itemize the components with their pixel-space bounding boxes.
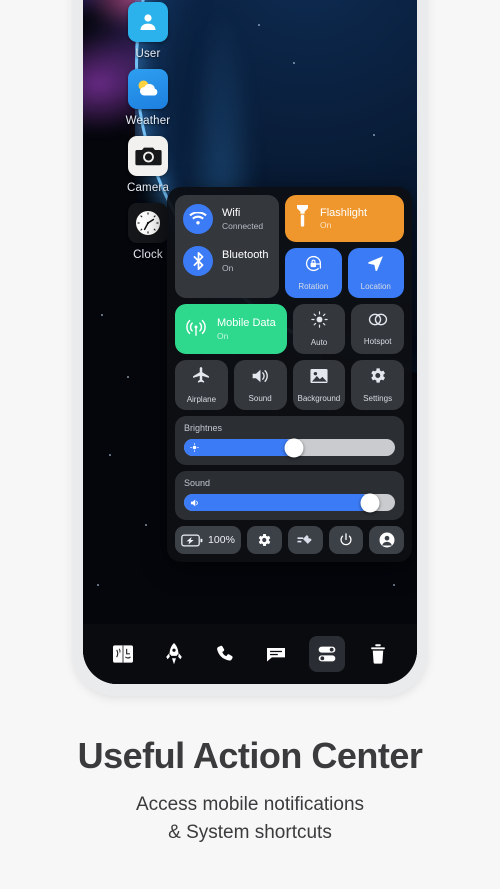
- gear-icon: [368, 366, 387, 390]
- finder-icon: [112, 645, 133, 663]
- action-center-panel: Wifi Connected Bluetooth On Flashlight O…: [167, 187, 412, 562]
- wifi-status: Connected: [222, 220, 264, 231]
- action-center-row-2: Mobile Data On Auto Hotspot: [175, 304, 404, 354]
- brightness-icon: [190, 443, 199, 452]
- brightness-knob[interactable]: [284, 438, 304, 457]
- subtitle-line-2: & System shortcuts: [168, 821, 332, 843]
- account-circle-icon: [379, 532, 395, 548]
- sound-label: Sound: [248, 393, 272, 403]
- background-label: Background: [297, 393, 341, 403]
- brightness-label: Brightnes: [184, 423, 223, 433]
- screenshot-root: User Weather Camera Clock Wifi Connected…: [0, 0, 500, 889]
- phone-icon: [216, 645, 233, 661]
- airplane-icon: [191, 366, 211, 391]
- speaker-icon: [250, 367, 270, 390]
- sound-slider-label: Sound: [184, 478, 211, 488]
- brightness-fill: [184, 439, 294, 456]
- account-button[interactable]: [369, 526, 405, 554]
- dock: [83, 624, 417, 684]
- app-camera[interactable]: Camera: [116, 136, 180, 194]
- subtitle-line-1: Access mobile notifications: [135, 794, 365, 815]
- wifi-title: Wifi: [222, 207, 241, 220]
- gear-icon: [259, 534, 271, 546]
- sound-knob[interactable]: [360, 493, 380, 512]
- bluetooth-tile[interactable]: Bluetooth On: [183, 246, 271, 276]
- wifi-tile[interactable]: Wifi Connected: [183, 204, 271, 234]
- bluetooth-icon: [183, 246, 213, 276]
- trash-icon: [370, 644, 385, 664]
- rocket-icon: [165, 643, 182, 665]
- sound-slider[interactable]: [184, 493, 395, 512]
- phone-frame: User Weather Camera Clock Wifi Connected…: [73, 0, 427, 696]
- dock-item-messages[interactable]: [258, 636, 294, 672]
- volume-icon: [190, 498, 198, 506]
- action-center-row-3: Airplane Sound Background Settings: [175, 360, 404, 410]
- flashlight-status: On: [320, 220, 332, 231]
- background-tile[interactable]: Background: [292, 360, 346, 410]
- settings-label: Settings: [363, 394, 393, 404]
- connectivity-group: Wifi Connected Bluetooth On: [175, 195, 279, 298]
- settings-tile[interactable]: Settings: [351, 360, 404, 410]
- hotspot-links-icon: [367, 311, 389, 333]
- power-button[interactable]: [328, 526, 364, 554]
- app-user[interactable]: User: [116, 2, 180, 60]
- mobile-data-tile[interactable]: Mobile Data On: [175, 304, 287, 354]
- dock-item-trash[interactable]: [360, 636, 396, 672]
- power-icon: [340, 533, 352, 546]
- image-icon: [309, 367, 329, 390]
- airplane-label: Airplane: [186, 394, 217, 404]
- dock-item-launchpad[interactable]: [156, 636, 192, 672]
- camera-icon: [128, 136, 168, 176]
- brightness-auto-icon: [310, 310, 329, 334]
- quick-action-row: 100%: [175, 526, 405, 554]
- auto-brightness-tile[interactable]: Auto: [292, 304, 346, 354]
- sound-slider-card: Sound: [175, 471, 404, 520]
- rotation-tile[interactable]: Rotation: [285, 248, 342, 298]
- user-icon: [128, 2, 168, 42]
- location-label: Location: [360, 282, 391, 292]
- brightness-slider-card: Brightnes: [175, 416, 404, 465]
- page-subtitle: Access mobile notifications & System sho…: [0, 791, 500, 846]
- sound-tile[interactable]: Sound: [233, 360, 287, 410]
- dock-item-controls[interactable]: [308, 636, 345, 672]
- bluetooth-title: Bluetooth: [222, 249, 269, 262]
- auto-label: Auto: [310, 338, 328, 348]
- app-weather[interactable]: Weather: [116, 69, 180, 127]
- app-label: User: [135, 48, 161, 60]
- hotspot-label: Hotspot: [363, 337, 392, 347]
- bluetooth-status: On: [222, 262, 234, 273]
- dock-item-phone[interactable]: [207, 636, 243, 672]
- flashlight-icon: [295, 204, 310, 233]
- rotation-lock-icon: [304, 254, 323, 278]
- dock-item-finder[interactable]: [105, 636, 141, 672]
- caption-block: Useful Action Center Access mobile notif…: [0, 735, 500, 846]
- battery-percent: 100%: [208, 534, 235, 546]
- clock-icon: [128, 203, 168, 243]
- cell-signal-icon: [185, 316, 207, 343]
- wifi-icon: [183, 204, 213, 234]
- battery-status-button[interactable]: 100%: [175, 526, 241, 554]
- sound-fill: [184, 494, 370, 511]
- rotation-label: Rotation: [298, 282, 329, 292]
- weather-icon: [128, 69, 168, 109]
- shortcut-edit-icon: [297, 534, 312, 544]
- mobile-data-status: On: [217, 330, 229, 341]
- location-tile[interactable]: Location: [347, 248, 404, 298]
- quick-settings-button[interactable]: [246, 526, 282, 554]
- battery-charging-icon: [181, 534, 203, 546]
- location-arrow-icon: [366, 254, 385, 278]
- flashlight-title: Flashlight: [320, 206, 368, 219]
- airplane-tile[interactable]: Airplane: [175, 360, 228, 410]
- phone-screen: User Weather Camera Clock Wifi Connected…: [83, 0, 417, 684]
- hotspot-tile[interactable]: Hotspot: [351, 304, 404, 354]
- app-label: Weather: [125, 115, 171, 127]
- toggles-icon: [318, 646, 335, 662]
- brightness-slider[interactable]: [184, 438, 395, 457]
- flashlight-tile[interactable]: Flashlight On: [285, 195, 404, 242]
- page-title: Useful Action Center: [77, 735, 423, 776]
- message-icon: [266, 648, 285, 662]
- quick-shortcuts-button[interactable]: [287, 526, 323, 554]
- action-center-row-1: Wifi Connected Bluetooth On Flashlight O…: [175, 195, 404, 298]
- mobile-data-title: Mobile Data: [217, 317, 276, 330]
